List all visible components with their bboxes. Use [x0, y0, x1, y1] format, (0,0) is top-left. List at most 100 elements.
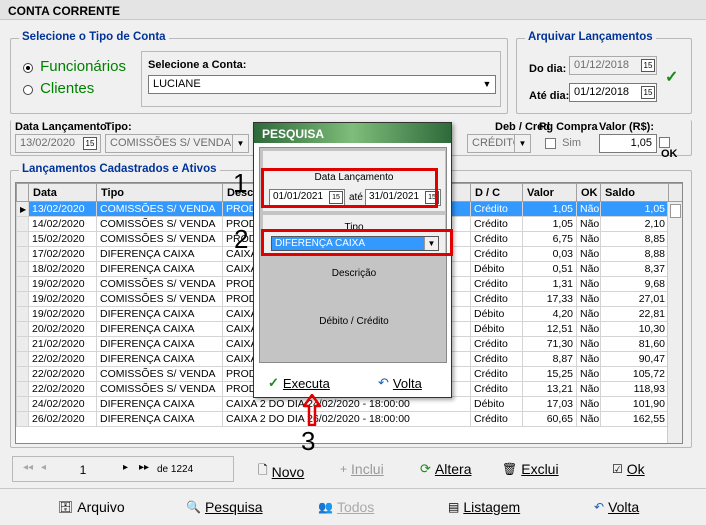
cell-dc: Crédito: [470, 276, 523, 292]
prev-record-icon[interactable]: ◂: [41, 462, 46, 473]
cell-ok: Não: [576, 366, 601, 382]
vertical-scrollbar[interactable]: [667, 202, 682, 443]
cell-tipo: DIFERENÇA CAIXA: [96, 321, 223, 337]
cell-data: 19/02/2020: [28, 306, 97, 322]
ate-dia-value: 01/12/2018: [574, 86, 630, 98]
cell-valor: 8,87: [522, 351, 577, 367]
list-icon: ▤: [448, 500, 460, 514]
do-dia-value: 01/12/2018: [574, 59, 630, 71]
cell-saldo: 162,55: [600, 411, 669, 427]
next-record-icon[interactable]: ▸: [123, 462, 128, 473]
cell-ok: Não: [576, 201, 601, 217]
novo-button[interactable]: 🗋 Novo: [258, 461, 304, 482]
cell-data: 14/02/2020: [28, 216, 97, 232]
cell-ok: Não: [576, 321, 601, 337]
first-record-icon[interactable]: ◂◂: [23, 462, 33, 473]
row-indicator: [16, 231, 29, 247]
col-tipo[interactable]: Tipo: [96, 183, 223, 202]
row-indicator: [16, 321, 29, 337]
chevron-down-icon[interactable]: ▼: [232, 135, 248, 152]
tipo-select[interactable]: COMISSÕES S/ VENDA: [105, 134, 249, 153]
col-data[interactable]: Data: [28, 183, 97, 202]
grid-title: Lançamentos Cadastrados e Ativos: [19, 163, 220, 175]
annotation-number-2: 2: [234, 224, 249, 254]
col-valor[interactable]: Valor: [522, 183, 577, 202]
arquivar-group: Arquivar Lançamentos Do dia: 01/12/2018 …: [516, 31, 692, 114]
cell-valor: 60,65: [522, 411, 577, 427]
cell-saldo: 2,10: [600, 216, 669, 232]
checkmark-icon[interactable]: ✓: [665, 67, 678, 87]
chevron-down-icon[interactable]: ▼: [514, 135, 530, 152]
cell-ok: Não: [576, 351, 601, 367]
last-record-icon[interactable]: ▸▸: [139, 462, 149, 473]
page-number[interactable]: 1: [73, 463, 93, 477]
valor-input[interactable]: 1,05: [599, 134, 657, 153]
ok-button[interactable]: ☑ Ok: [612, 461, 645, 477]
inclui-button[interactable]: + Inclui: [340, 461, 384, 477]
cell-tipo: COMISSÕES S/ VENDA: [96, 231, 223, 247]
col-saldo[interactable]: Saldo: [600, 183, 669, 202]
cell-data: 19/02/2020: [28, 276, 97, 292]
radio-funcionarios[interactable]: Funcionários: [23, 58, 126, 75]
ok-checkbox-box[interactable]: [659, 136, 670, 148]
cell-saldo: 118,93: [600, 381, 669, 397]
altera-button[interactable]: ⟳ Altera: [420, 461, 471, 477]
chevron-down-icon[interactable]: ▼: [479, 76, 495, 93]
sim-checkbox-box[interactable]: [545, 137, 556, 149]
cell-tipo: DIFERENÇA CAIXA: [96, 396, 223, 412]
radio-clientes-icon[interactable]: [23, 85, 33, 96]
conta-select-value: LUCIANE: [153, 78, 201, 90]
tipo-value: COMISSÕES S/ VENDA: [110, 137, 232, 149]
cell-dc: Débito: [470, 261, 523, 277]
radio-funcionarios-label[interactable]: Funcionários: [40, 58, 126, 75]
cell-data: 22/02/2020: [28, 381, 97, 397]
data-lanc-value: 13/02/2020: [20, 137, 76, 149]
cell-descr: CAIXA 2 DO DIA 26/02/2020 - 18:00:00: [222, 411, 471, 427]
cell-data: 19/02/2020: [28, 291, 97, 307]
highlight-box-tipo: [261, 229, 453, 256]
listagem-button[interactable]: ▤ Listagem: [448, 499, 520, 515]
cell-dc: Crédito: [470, 411, 523, 427]
cell-ok: Não: [576, 381, 601, 397]
cell-tipo: DIFERENÇA CAIXA: [96, 246, 223, 262]
col-ok[interactable]: OK: [576, 183, 601, 202]
cell-saldo: 27,01: [600, 291, 669, 307]
row-indicator: [16, 411, 29, 427]
scroll-thumb[interactable]: [670, 204, 681, 218]
calendar-icon[interactable]: 15: [83, 137, 97, 150]
row-indicator: [16, 291, 29, 307]
page-total: de 1224: [157, 464, 194, 475]
cell-valor: 1,05: [522, 216, 577, 232]
volta-button[interactable]: ↶ Volta: [594, 499, 639, 515]
todos-button[interactable]: 👥 Todos: [318, 499, 374, 515]
executa-button[interactable]: ✓ Executa: [268, 375, 330, 391]
conta-select[interactable]: LUCIANE: [148, 75, 496, 94]
debcred-filter-label: Débito / Crédito: [319, 316, 389, 327]
cell-valor: 4,20: [522, 306, 577, 322]
row-indicator: [16, 336, 29, 352]
cell-ok: Não: [576, 291, 601, 307]
valor-label: Valor (R$):: [599, 121, 655, 133]
ok-checkbox[interactable]: OK: [659, 136, 691, 160]
dialog-volta-button[interactable]: ↶ Volta: [378, 375, 422, 391]
arquivo-button[interactable]: 🗄 Arquivo: [58, 499, 125, 515]
calendar-icon[interactable]: 15: [641, 86, 655, 99]
row-indicator: [16, 261, 29, 277]
table-row[interactable]: 24/02/2020 DIFERENÇA CAIXA CAIXA 2 DO DIA …: [16, 396, 682, 412]
cell-valor: 15,25: [522, 366, 577, 382]
cell-data: 18/02/2020: [28, 261, 97, 277]
radio-funcionarios-icon[interactable]: [23, 63, 33, 74]
row-indicator-header: [16, 183, 29, 202]
table-row[interactable]: 26/02/2020 DIFERENÇA CAIXA CAIXA 2 DO DIA …: [16, 411, 682, 427]
arquivar-title: Arquivar Lançamentos: [525, 31, 656, 43]
cell-data: 15/02/2020: [28, 231, 97, 247]
sim-checkbox[interactable]: Sim: [545, 137, 581, 149]
radio-clientes[interactable]: Clientes: [23, 80, 94, 97]
pesquisa-button[interactable]: 🔍 Pesquisa: [186, 499, 263, 515]
exclui-button[interactable]: 🗑 Exclui: [502, 461, 559, 477]
radio-clientes-label[interactable]: Clientes: [40, 80, 94, 97]
calendar-icon[interactable]: 15: [641, 59, 655, 72]
checkbox-icon: ☑: [612, 462, 623, 476]
col-dc[interactable]: D / C: [470, 183, 523, 202]
tipo-conta-title: Selecione o Tipo de Conta: [19, 31, 169, 43]
